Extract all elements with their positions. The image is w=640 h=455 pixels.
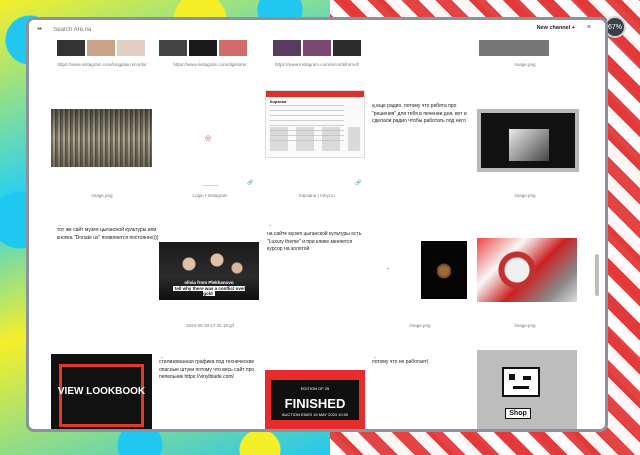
block-caption: Login • Instagram (192, 193, 228, 198)
arena-window: https://www.instagram.com/longplay.recor… (26, 17, 608, 432)
block-image-lookbook[interactable]: VIEW LOOKBOOK (51, 354, 152, 429)
block-image-shop[interactable]: Shop (477, 350, 577, 429)
shop-label: Shop (505, 408, 531, 419)
block-caption: image.png (409, 323, 431, 328)
block-image-finished[interactable]: EDITION OF 25 FINISHED AUCTION ENDS 15 M… (265, 370, 365, 429)
link-icon[interactable]: 🔗 (247, 180, 253, 186)
block-image-object[interactable] (421, 241, 467, 299)
text-block[interactable]: а еще радио, потому что ребята про "реше… (372, 103, 474, 126)
block-image-video[interactable]: olivia from Plekhanovo tell why there wa… (159, 242, 259, 300)
new-channel-button[interactable]: New channel + (537, 25, 575, 31)
block-thumbnail-2[interactable] (159, 40, 247, 56)
text-block[interactable]: на сайте музея цыганской культуры есть "… (267, 231, 369, 254)
block-image-collage[interactable] (477, 238, 577, 302)
text-block[interactable]: потому что не работает) (372, 359, 474, 367)
block-thumbnail-3[interactable] (273, 40, 361, 56)
blocks-grid: https://www.instagram.com/longplay.recor… (29, 20, 605, 429)
video-caption-top: olivia from Plekhanovo (184, 280, 234, 285)
text-block[interactable]: стилизованная графика под технические оп… (159, 359, 257, 382)
block-caption: https://www.instagram.com/digistore/ (173, 62, 247, 67)
block-caption: https://www.instagram.com/longplay.recor… (57, 62, 147, 67)
block-caption: image.png (514, 62, 536, 67)
block-caption: 2024-05-30 17.32.19.gif (186, 323, 234, 328)
close-icon[interactable]: × (587, 24, 591, 31)
website-title: Корзина (270, 99, 287, 104)
finished-title: FINISHED (284, 396, 346, 411)
search-input[interactable] (53, 27, 354, 33)
block-subtitle: ——— (203, 183, 218, 189)
finished-auction-date: AUCTION ENDS 15 MAY 2024 10:00 (281, 412, 349, 417)
block-thumbnail-4[interactable] (479, 40, 549, 56)
block-image-website[interactable]: Корзина (265, 90, 365, 158)
block-dot-icon: ▪ (387, 266, 389, 272)
instagram-icon[interactable]: ◎ (205, 134, 211, 142)
block-caption: Корзина | Vinyl.ru (299, 193, 335, 198)
top-toolbar: ** New channel + × (29, 20, 605, 40)
block-caption: https://www.instagram.com/recordsfromuf/ (274, 62, 360, 67)
pixel-art-icon (502, 367, 540, 397)
block-caption: image.png (514, 193, 536, 198)
block-image-crowd[interactable] (51, 109, 152, 167)
block-caption: image.png (91, 193, 113, 198)
finished-edition: EDITION OF 25 (300, 386, 330, 391)
scrollbar[interactable] (595, 254, 599, 296)
block-caption: image.png (514, 323, 536, 328)
video-caption-bottom: tell why there was a conflict over gold (172, 285, 246, 296)
block-thumbnail-1[interactable] (57, 40, 145, 56)
link-icon[interactable]: 🔗 (355, 180, 361, 186)
block-image-screen[interactable] (477, 109, 579, 172)
arena-logo[interactable]: ** (37, 26, 42, 35)
lookbook-label: VIEW LOOKBOOK (57, 386, 146, 397)
arrow-icon: → (267, 222, 272, 228)
text-block[interactable]: тот же сайт музея цыганской культуры или… (57, 227, 159, 242)
